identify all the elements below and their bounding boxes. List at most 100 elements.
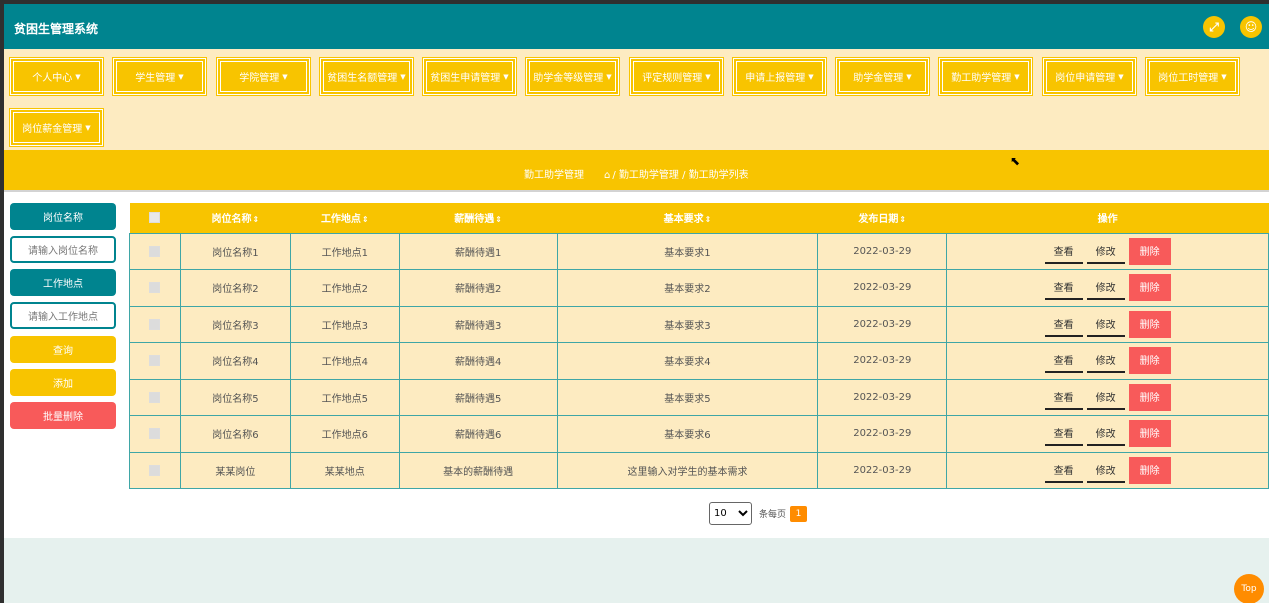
work-place-cell: 工作地点1 (290, 232, 400, 270)
row-select-cell (129, 232, 181, 270)
edit-button[interactable]: 修改 (1086, 457, 1125, 483)
mouse-cursor-icon: ⬉ (1010, 154, 1021, 168)
work-place-input[interactable]: 请输入工作地点 (10, 302, 116, 329)
delete-button[interactable]: 删除 (1128, 237, 1171, 265)
row-actions-cell: 查看 修改 删除 (946, 415, 1269, 453)
nav-item-rules[interactable]: 评定规则管理 ▼ (629, 57, 724, 96)
post-name-input[interactable]: 请输入岗位名称 (10, 236, 116, 263)
fullscreen-icon[interactable]: ⤢ (1203, 16, 1225, 38)
nav-item-grant-level[interactable]: 助学金等级管理 ▼ (525, 57, 620, 96)
nav-item-student[interactable]: 学生管理 ▼ (112, 57, 207, 96)
data-table: 岗位名称⇕ 工作地点⇕ 薪酬待遇⇕ 基本要求⇕ 发布日期⇕ 操作 岗位名称1 工作… (129, 203, 1269, 489)
table-row: 岗位名称3 工作地点3 薪酬待遇3 基本要求3 2022-03-29 查看 修改 删除 (129, 306, 1269, 343)
chevron-down-icon: ▼ (1118, 72, 1124, 81)
work-place-cell: 工作地点3 (290, 306, 400, 343)
edit-button[interactable]: 修改 (1086, 384, 1125, 410)
nav-item-quota[interactable]: 贫困生名额管理 ▼ (319, 57, 414, 96)
pay-cell: 薪酬待遇4 (399, 342, 558, 380)
row-checkbox[interactable] (149, 391, 161, 403)
row-checkbox[interactable] (149, 464, 161, 476)
nav-item-grant[interactable]: 助学金管理 ▼ (835, 57, 930, 96)
view-button[interactable]: 查看 (1044, 348, 1083, 374)
app-window: 贫困生管理系统 ⤢ ☺ 个人中心 ▼ 学生管理 ▼ 学院管理 ▼ 贫困生名额管理 ▼ 贫… (4, 4, 1269, 603)
row-checkbox[interactable] (149, 355, 161, 366)
sort-icon[interactable]: ⇕ (899, 215, 906, 224)
view-button[interactable]: 查看 (1044, 384, 1083, 410)
select-all-checkbox[interactable] (149, 212, 161, 223)
date-cell: 2022-03-29 (817, 306, 948, 343)
requirement-cell: 这里输入对学生的基本需求 (557, 452, 819, 489)
pagination: 10 条每页 1 (709, 502, 808, 525)
post-name-cell: 岗位名称5 (180, 379, 291, 416)
column-header-label: 岗位名称 (211, 214, 252, 226)
view-button[interactable]: 查看 (1044, 311, 1083, 337)
nav-item-label: 评定规则管理 (642, 73, 703, 84)
page-size-select[interactable]: 10 (709, 502, 752, 525)
sort-icon[interactable]: ⇕ (705, 215, 712, 224)
nav-item-label: 助学金等级管理 (533, 73, 604, 84)
delete-button[interactable]: 删除 (1128, 383, 1171, 411)
add-button[interactable]: 添加 (10, 369, 116, 396)
view-button[interactable]: 查看 (1044, 238, 1083, 264)
pay-cell: 薪酬待遇3 (399, 306, 558, 343)
table-row: 岗位名称4 工作地点4 薪酬待遇4 基本要求4 2022-03-29 查看 修改 删除 (129, 342, 1269, 380)
nav-item-report[interactable]: 申请上报管理 ▼ (732, 57, 827, 96)
date-cell: 2022-03-29 (817, 342, 948, 380)
batch-delete-button[interactable]: 批量删除 (10, 402, 116, 429)
page-button[interactable]: 1 (790, 505, 808, 522)
view-button[interactable]: 查看 (1044, 421, 1083, 447)
date-cell: 2022-03-29 (817, 452, 948, 489)
row-checkbox[interactable] (149, 245, 161, 257)
edit-button[interactable]: 修改 (1086, 348, 1125, 374)
date-cell: 2022-03-29 (817, 379, 948, 416)
delete-button[interactable]: 删除 (1128, 310, 1171, 338)
nav-item-post-hours[interactable]: 岗位工时管理 ▼ (1145, 57, 1240, 96)
row-checkbox[interactable] (149, 282, 161, 293)
column-header[interactable]: 基本要求⇕ (557, 203, 818, 233)
back-to-top-button[interactable]: Top (1234, 574, 1264, 603)
nav-item-post-application[interactable]: 岗位申请管理 ▼ (1042, 57, 1137, 96)
edit-button[interactable]: 修改 (1086, 238, 1125, 264)
edit-button[interactable]: 修改 (1086, 421, 1125, 447)
query-button[interactable]: 查询 (10, 336, 116, 363)
work-place-cell: 工作地点2 (290, 269, 400, 307)
chevron-down-icon: ▼ (1014, 72, 1020, 81)
column-header[interactable]: 发布日期⇕ (818, 203, 947, 233)
select-all-cell (130, 203, 181, 233)
nav-item-application[interactable]: 贫困生申请管理 ▼ (422, 57, 517, 96)
table-header-row: 岗位名称⇕ 工作地点⇕ 薪酬待遇⇕ 基本要求⇕ 发布日期⇕ 操作 (129, 203, 1269, 233)
column-header[interactable]: 岗位名称⇕ (180, 203, 290, 233)
row-actions-cell: 查看 修改 删除 (946, 306, 1269, 343)
column-header[interactable]: 工作地点⇕ (290, 203, 399, 233)
delete-button[interactable]: 删除 (1128, 274, 1171, 302)
nav-item-personal-center[interactable]: 个人中心 ▼ (9, 57, 104, 96)
edit-button[interactable]: 修改 (1086, 311, 1125, 337)
column-header-label: 工作地点 (320, 214, 361, 226)
sort-icon[interactable]: ⇕ (495, 215, 502, 224)
delete-button[interactable]: 删除 (1128, 347, 1171, 375)
user-icon[interactable]: ☺ (1240, 16, 1262, 38)
delete-button[interactable]: 删除 (1128, 456, 1171, 484)
row-select-cell (129, 415, 181, 453)
nav-item-label: 学生管理 (135, 73, 176, 84)
row-select-cell (129, 452, 181, 489)
app-title: 贫困生管理系统 (14, 22, 99, 36)
nav-item-post-salary[interactable]: 岗位薪金管理 ▼ (9, 108, 104, 147)
column-header[interactable]: 薪酬待遇⇕ (399, 203, 557, 233)
row-checkbox[interactable] (149, 318, 161, 330)
view-button[interactable]: 查看 (1044, 275, 1083, 301)
row-actions-cell: 查看 修改 删除 (946, 379, 1269, 416)
nav-item-label: 贫困生名额管理 (327, 73, 398, 84)
row-actions-cell: 查看 修改 删除 (946, 452, 1269, 489)
row-checkbox[interactable] (149, 428, 161, 439)
sort-icon[interactable]: ⇕ (362, 215, 369, 224)
edit-button[interactable]: 修改 (1086, 275, 1125, 301)
nav-item-work-study[interactable]: 勤工助学管理 ▼ (938, 57, 1033, 96)
requirement-cell: 基本要求3 (557, 306, 819, 343)
view-button[interactable]: 查看 (1044, 457, 1083, 483)
sort-icon[interactable]: ⇕ (253, 215, 260, 224)
column-header-actions: 操作 (1097, 214, 1118, 226)
delete-button[interactable]: 删除 (1128, 420, 1171, 448)
nav-item-college[interactable]: 学院管理 ▼ (216, 57, 311, 96)
home-icon[interactable]: ⌂ (604, 170, 610, 181)
